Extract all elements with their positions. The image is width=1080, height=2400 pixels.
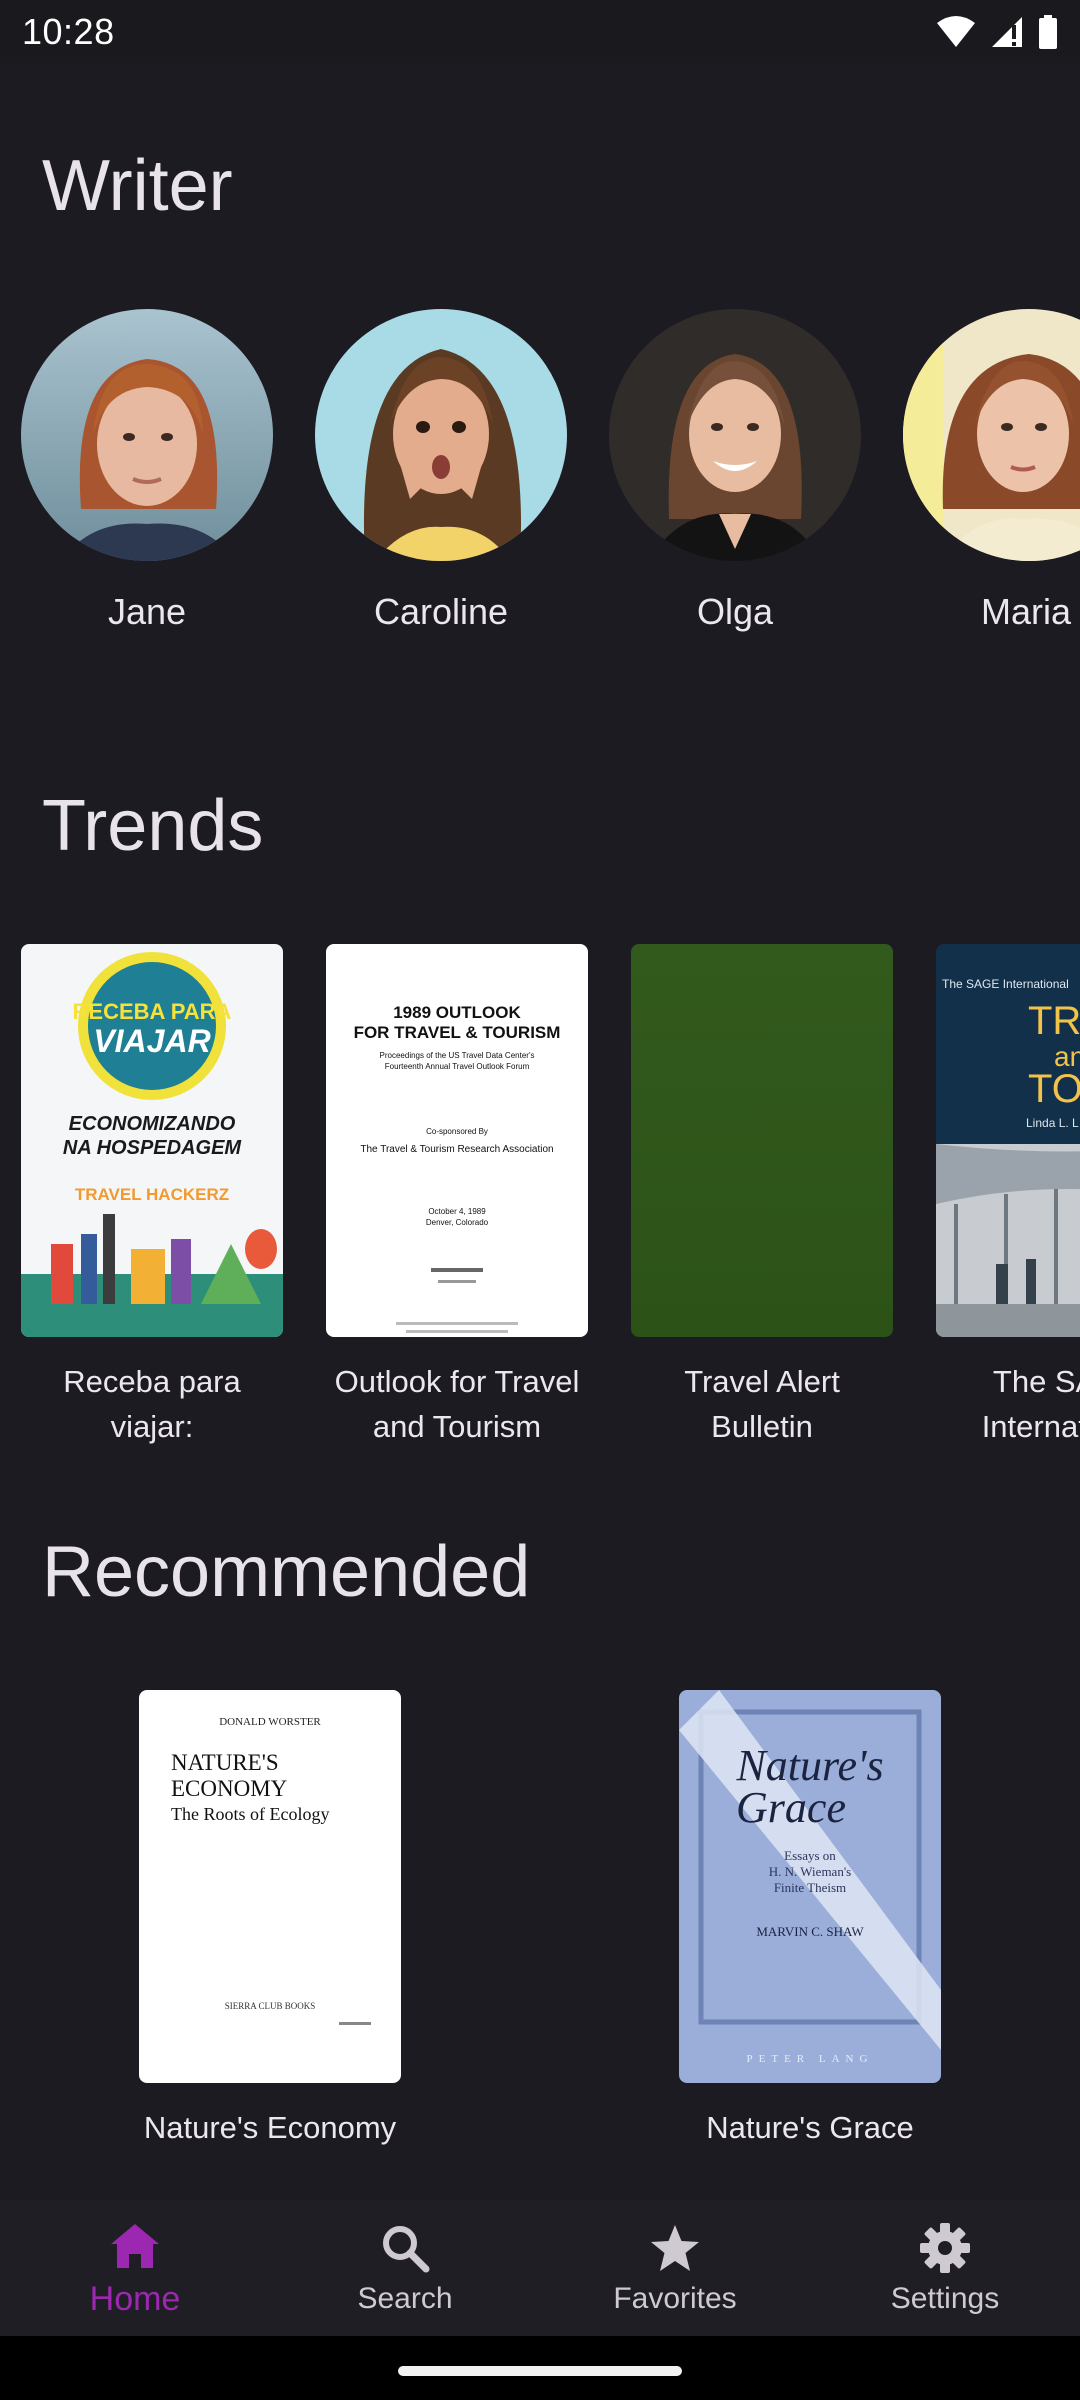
svg-text:TRAVEL HACKERZ: TRAVEL HACKERZ [75,1185,229,1204]
svg-text:The SAGE International: The SAGE International [942,977,1069,991]
svg-text:RECEBA PARA: RECEBA PARA [73,999,232,1024]
gear-icon [917,2220,973,2276]
writer-name: Olga [696,591,774,632]
section-title-trends: Trends [42,786,264,866]
book-cover: 1989 OUTLOOK FOR TRAVEL & TOURISM Procee… [326,944,588,1337]
gesture-bar [0,2336,1080,2400]
writer-name: Caroline [373,591,509,632]
recommended-book-card[interactable]: Nature's Grace Essays on H. N. Wieman's … [679,1690,941,2150]
status-icons [936,12,1058,52]
section-title-writer: Writer [42,146,233,226]
writer-avatar [903,309,1080,561]
trend-book-card[interactable]: The SAGE International TRAV and TOUR Lin… [936,944,1080,1449]
nav-label: Favorites [613,2282,737,2315]
book-cover: The SAGE International TRAV and TOUR Lin… [936,944,1080,1337]
wifi-icon [937,15,975,47]
svg-text:NATURE'S: NATURE'S [171,1750,279,1775]
writer-card-maria[interactable]: Maria [903,309,1080,633]
book-title: Nature's Grace [706,2110,914,2145]
section-title-recommended: Recommended [42,1532,531,1612]
book-cover: RECEBA PARA VIAJAR ECONOMIZANDO NA HOSPE… [21,944,283,1337]
book-title: Nature's Economy [143,2110,397,2145]
writer-avatar [21,309,273,561]
svg-text:Proceedings of the US Travel D: Proceedings of the US Travel Data Center… [380,1051,535,1060]
svg-text:Co-sponsored By: Co-sponsored By [426,1127,488,1136]
svg-text:MARVIN C. SHAW: MARVIN C. SHAW [756,1924,864,1939]
svg-text:Essays on: Essays on [784,1848,836,1863]
svg-text:1989 OUTLOOK: 1989 OUTLOOK [393,1003,521,1022]
recommended-list[interactable]: DONALD WORSTER NATURE'S ECONOMY The Root… [0,1690,1080,2200]
writer-card-caroline[interactable]: Caroline [315,309,567,633]
svg-text:ECONOMY: ECONOMY [171,1776,288,1801]
svg-text:TOUR: TOUR [1028,1067,1080,1111]
svg-text:NA HOSPEDAGEM: NA HOSPEDAGEM [63,1137,243,1159]
writer-card-jane[interactable]: Jane [21,309,273,633]
signal-icon [992,16,1022,47]
svg-text:Finite Theism: Finite Theism [774,1880,846,1895]
nav-home[interactable]: Home [0,2200,270,2336]
nav-label: Search [357,2282,453,2315]
svg-text:Fourteenth Annual Travel Outlo: Fourteenth Annual Travel Outlook Forum [385,1062,530,1071]
trend-book-card[interactable]: Travel Alert Bulletin [631,944,893,1449]
writer-name: Maria [981,591,1072,632]
search-icon [377,2220,433,2276]
book-title: Outlook for Travel and Tourism [334,1364,580,1444]
svg-text:FOR TRAVEL & TOURISM: FOR TRAVEL & TOURISM [354,1023,561,1042]
book-cover [631,944,893,1337]
bottom-navigation: Home Search Favorites Settings [0,2200,1080,2336]
scroll-content[interactable]: Writer Jane Caroline Olga Maria Trends R… [0,63,1080,2200]
book-title: Receba para viajar: [63,1364,241,1444]
battery-icon [1039,14,1057,49]
nav-search[interactable]: Search [270,2200,540,2336]
nav-settings[interactable]: Settings [810,2200,1080,2336]
svg-text:Denver, Colorado: Denver, Colorado [426,1218,489,1227]
writer-avatar [315,309,567,561]
svg-text:PETER LANG: PETER LANG [747,2053,874,2065]
writer-avatar [609,309,861,561]
trend-book-card[interactable]: 1989 OUTLOOK FOR TRAVEL & TOURISM Procee… [326,944,588,1449]
writer-name: Jane [107,591,187,632]
svg-text:DONALD WORSTER: DONALD WORSTER [219,1716,321,1728]
svg-text:Grace: Grace [736,1783,846,1832]
app-root: 10:28 Writer Jane Caroline Olga Maria Tr… [0,0,1080,2400]
svg-text:The Travel & Tourism Research: The Travel & Tourism Research Associatio… [360,1144,553,1155]
svg-text:October 4, 1989: October 4, 1989 [428,1207,486,1216]
trend-book-card[interactable]: RECEBA PARA VIAJAR ECONOMIZANDO NA HOSPE… [21,944,283,1449]
writer-card-olga[interactable]: Olga [609,309,861,633]
nav-label: Home [89,2279,181,2318]
gesture-handle[interactable] [398,2366,682,2376]
status-time: 10:28 [22,10,115,52]
home-icon [107,2218,163,2274]
svg-text:TRAV: TRAV [1028,999,1080,1043]
svg-text:SIERRA CLUB BOOKS: SIERRA CLUB BOOKS [225,2001,316,2011]
nav-label: Settings [890,2282,1000,2315]
book-title: Travel Alert Bulletin [684,1364,840,1444]
book-cover: DONALD WORSTER NATURE'S ECONOMY The Root… [139,1690,401,2083]
book-cover: Nature's Grace Essays on H. N. Wieman's … [679,1690,941,2083]
svg-text:Linda L. L: Linda L. L [1026,1116,1079,1130]
nav-favorites[interactable]: Favorites [540,2200,810,2336]
book-title: The SAGE International [981,1364,1080,1444]
svg-text:ECONOMIZANDO: ECONOMIZANDO [69,1113,236,1135]
svg-text:H. N. Wieman's: H. N. Wieman's [769,1864,851,1879]
status-bar: 10:28 [0,0,1080,63]
svg-text:The Roots of Ecology: The Roots of Ecology [171,1804,329,1824]
writer-list[interactable]: Jane Caroline Olga Maria [0,309,1080,709]
recommended-book-card[interactable]: DONALD WORSTER NATURE'S ECONOMY The Root… [139,1690,401,2150]
star-icon [647,2220,703,2276]
trends-list[interactable]: RECEBA PARA VIAJAR ECONOMIZANDO NA HOSPE… [0,944,1080,1504]
svg-text:VIAJAR: VIAJAR [93,1023,210,1059]
